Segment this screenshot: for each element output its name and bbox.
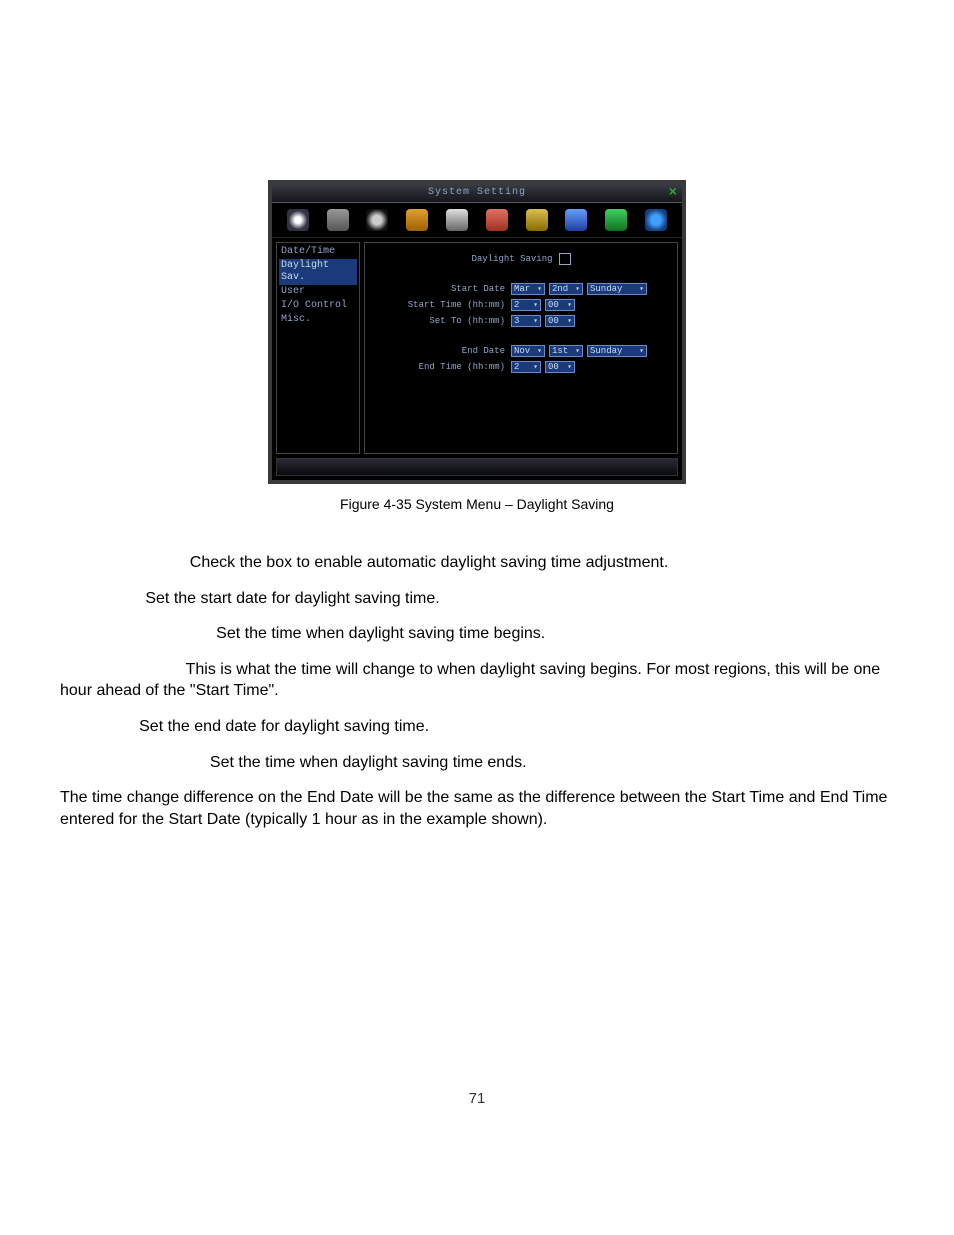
dropdown[interactable]: Sunday ▾ <box>587 283 647 295</box>
dropdown-value: 2 <box>514 362 519 372</box>
form-row: Set To (hh:mm)3▾00▾ <box>375 315 667 327</box>
form-row: End Date Nov ▾ 1st ▾ Sunday ▾ <box>375 345 667 357</box>
chevron-down-icon: ▾ <box>567 316 572 326</box>
sidebar-item[interactable]: User <box>279 285 357 299</box>
chevron-down-icon: ▾ <box>639 346 644 356</box>
monitor-icon[interactable] <box>565 209 587 231</box>
field-term: Start Date: <box>60 590 141 607</box>
globe-icon[interactable] <box>366 209 388 231</box>
body-paragraph: Start Date: Set the start date for dayli… <box>60 588 894 610</box>
field-label: End Date <box>375 346 505 356</box>
daylight-saving-checkbox[interactable] <box>559 253 571 265</box>
window-titlebar: System Setting × <box>272 184 682 203</box>
chevron-down-icon: ▾ <box>567 300 572 310</box>
dropdown[interactable]: 00 ▾ <box>545 299 575 311</box>
chevron-down-icon: ▾ <box>575 284 580 294</box>
arrow-icon[interactable] <box>327 209 349 231</box>
field-term: Set To (hh:mm): <box>60 661 181 678</box>
figure-caption: Figure 4-35 System Menu – Daylight Savin… <box>60 496 894 512</box>
dropdown[interactable]: Mar ▾ <box>511 283 545 295</box>
search-icon[interactable] <box>526 209 548 231</box>
dropdown[interactable]: 3▾ <box>511 315 541 327</box>
dropdown-value: Sunday <box>590 284 622 294</box>
form-row: End Time (hh:mm)2▾00▾ <box>375 361 667 373</box>
field-label: Set To (hh:mm) <box>375 316 505 326</box>
body-paragraph: Daylight Saving: Check the box to enable… <box>60 552 894 574</box>
dropdown[interactable]: Sunday ▾ <box>587 345 647 357</box>
daylight-saving-label: Daylight Saving <box>471 254 552 264</box>
body-paragraph: End Date: Set the end date for daylight … <box>60 716 894 738</box>
sidebar-item[interactable]: Misc. <box>279 313 357 327</box>
body-paragraph: Set To (hh:mm): This is what the time wi… <box>60 659 894 702</box>
settings-pane: Daylight Saving Start DateMar▾2nd▾Sunday… <box>364 242 678 454</box>
dropdown[interactable]: 2nd ▾ <box>549 283 583 295</box>
bottom-bar <box>276 458 678 476</box>
field-term: End Date: <box>60 718 135 735</box>
dropdown-value: 1st <box>552 346 568 356</box>
chevron-down-icon: ▾ <box>537 346 542 356</box>
dropdown-value: 00 <box>548 300 559 310</box>
dropdown-value: Mar <box>514 284 530 294</box>
chevron-down-icon: ▾ <box>567 362 572 372</box>
field-label: Start Date <box>375 284 505 294</box>
toolbar <box>272 203 682 238</box>
chevron-down-icon: ▾ <box>533 362 538 372</box>
page-number: 71 <box>60 1090 894 1107</box>
closing-paragraph: The time change difference on the End Da… <box>60 787 894 830</box>
dropdown-value: 2 <box>514 300 519 310</box>
window-title: System Setting <box>428 187 526 198</box>
info-icon[interactable] <box>645 209 667 231</box>
system-setting-screenshot: System Setting × Date/TimeDaylight Sav.U… <box>268 180 686 484</box>
bell-icon[interactable] <box>406 209 428 231</box>
dropdown[interactable]: Nov ▾ <box>511 345 545 357</box>
dropdown-value: 3 <box>514 316 519 326</box>
network-icon[interactable] <box>486 209 508 231</box>
chevron-down-icon: ▾ <box>639 284 644 294</box>
form-row: Start Time (hh:mm)2▾00▾ <box>375 299 667 311</box>
chevron-down-icon: ▾ <box>537 284 542 294</box>
field-label: End Time (hh:mm) <box>375 362 505 372</box>
dropdown-value: 00 <box>548 362 559 372</box>
dropdown-value: Sunday <box>590 346 622 356</box>
dropdown[interactable]: 2▾ <box>511 299 541 311</box>
body-paragraph: Start Time (hh:mm): Set the time when da… <box>60 623 894 645</box>
dropdown[interactable]: 2▾ <box>511 361 541 373</box>
chevron-down-icon: ▾ <box>533 316 538 326</box>
sidebar-item[interactable]: Daylight Sav. <box>279 259 357 285</box>
dropdown-value: 2nd <box>552 284 568 294</box>
close-icon[interactable]: × <box>669 185 678 201</box>
wand-icon[interactable] <box>287 209 309 231</box>
dropdown[interactable]: 00 ▾ <box>545 361 575 373</box>
form-row: Start Date Mar ▾ 2nd ▾ Sunday ▾ <box>375 283 667 295</box>
field-term: Start Time (hh:mm): <box>60 625 212 642</box>
dropdown[interactable]: 1st ▾ <box>549 345 583 357</box>
dropdown-value: 00 <box>548 316 559 326</box>
flag-icon[interactable] <box>446 209 468 231</box>
chevron-down-icon: ▾ <box>575 346 580 356</box>
sidebar-item[interactable]: Date/Time <box>279 245 357 259</box>
sidebar: Date/TimeDaylight Sav.UserI/O ControlMis… <box>276 242 360 454</box>
gear-icon[interactable] <box>605 209 627 231</box>
field-term: Daylight Saving: <box>60 554 185 571</box>
body-paragraph: End Time (hh:mm): Set the time when dayl… <box>60 752 894 774</box>
field-term: End Time (hh:mm): <box>60 754 205 771</box>
dropdown[interactable]: 00 ▾ <box>545 315 575 327</box>
chevron-down-icon: ▾ <box>533 300 538 310</box>
field-label: Start Time (hh:mm) <box>375 300 505 310</box>
sidebar-item[interactable]: I/O Control <box>279 299 357 313</box>
dropdown-value: Nov <box>514 346 530 356</box>
